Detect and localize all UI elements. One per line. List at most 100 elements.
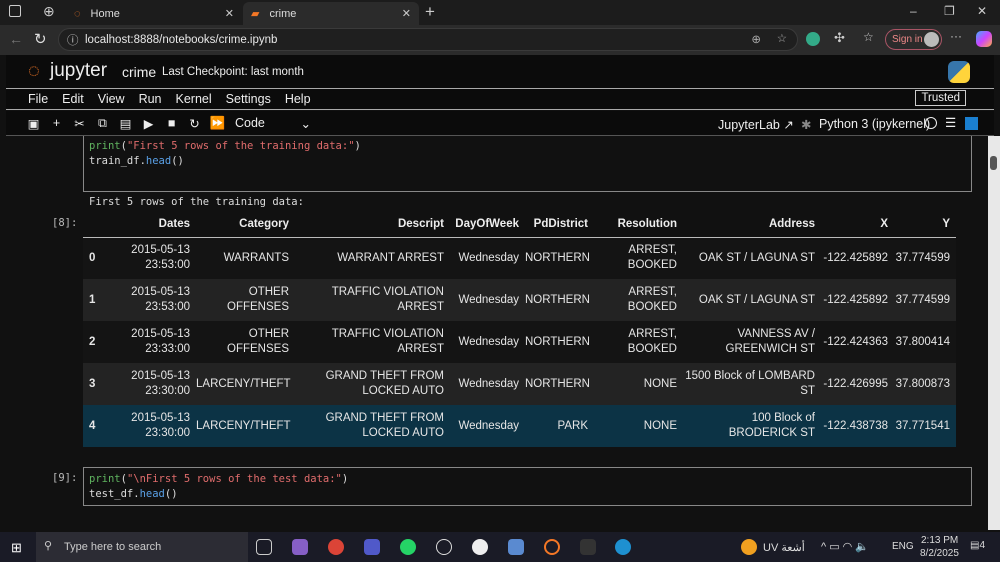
code-cell-9[interactable]: print("\nFirst 5 rows of the test data:"… (83, 467, 972, 506)
close-window-button[interactable]: ✕ (977, 4, 987, 18)
property-inspector-icon[interactable] (965, 117, 978, 130)
taskbar-search-input[interactable]: ⚲ Type here to search (36, 532, 248, 562)
table-cell: OAK ST / LAGUNA ST (683, 237, 821, 279)
favorite-icon[interactable]: ☆ (777, 31, 787, 45)
chevron-down-icon: ⌄ (300, 116, 311, 131)
menu-file[interactable]: File (28, 92, 48, 106)
column-header: PdDistrict (525, 212, 594, 238)
url-input[interactable]: ⓘ localhost:8888/notebooks/crime.ipynb ⊕… (58, 28, 798, 51)
stdout-text: First 5 rows of the training data: (89, 196, 304, 208)
notification-center[interactable]: ▤4 (970, 540, 985, 551)
code-string: "First 5 rows of the training data:" (126, 140, 355, 152)
list-icon[interactable]: ☰ (945, 115, 956, 130)
extensions-icon[interactable]: ✣ (834, 30, 845, 46)
table-row: 1 2015-05-13 23:53:00 OTHER OFFENSES TRAFFI… (83, 279, 956, 321)
clock-time[interactable]: 2:13 PM (921, 535, 958, 546)
table-cell: PARK (525, 405, 594, 447)
menu-settings[interactable]: Settings (226, 92, 271, 106)
info-icon: ⓘ (67, 35, 79, 47)
notebook-scrollbar[interactable] (988, 136, 1000, 530)
table-cell: -122.425892 (821, 279, 894, 321)
kernel-name[interactable]: Python 3 (ipykernel) (819, 117, 930, 131)
maximize-button[interactable]: ❐ (944, 4, 955, 18)
search-placeholder: Type here to search (64, 541, 162, 553)
code-fn: print (89, 140, 121, 152)
favorites-icon[interactable]: ☆ (863, 30, 874, 44)
back-button[interactable]: ← (9, 31, 23, 47)
tray-icons[interactable]: ^ ▭ ◠ 🔈 (821, 540, 869, 553)
menu-view[interactable]: View (98, 92, 125, 106)
cell-type-value: Code (235, 115, 265, 130)
paste-icon[interactable]: ▤ (114, 116, 137, 131)
jupyter-header: ◌ jupyter crime Last Checkpoint: last mo… (6, 55, 994, 89)
row-index: 2 (83, 321, 120, 363)
url-text: localhost:8888/notebooks/crime.ipynb (85, 33, 278, 46)
edge-icon[interactable] (615, 539, 631, 555)
scrollbar-thumb[interactable] (990, 156, 997, 170)
notebook-name[interactable]: crime (122, 64, 156, 80)
table-row: 3 2015-05-13 23:30:00 LARCENY/THEFT GRAND T… (83, 363, 956, 405)
obs-icon[interactable] (436, 539, 452, 555)
language-indicator[interactable]: ENG (892, 541, 914, 552)
whatsapp-icon[interactable] (400, 539, 416, 555)
add-cell-icon[interactable]: + (45, 116, 68, 130)
row-index: 4 (83, 405, 120, 447)
trusted-indicator[interactable]: Trusted (915, 90, 966, 106)
tab-crime[interactable]: ▰ crime ✕ (243, 2, 419, 25)
windows-start-icon[interactable]: ⊞ (11, 540, 22, 556)
tab-home[interactable]: ◌ Home ✕ (66, 2, 242, 25)
reload-button[interactable]: ↻ (34, 30, 47, 48)
clock-date[interactable]: 8/2/2025 (920, 548, 959, 559)
cell-type-select[interactable]: Code ⌄ (235, 116, 311, 131)
new-tab-button[interactable]: + (425, 2, 435, 22)
code-cell-8[interactable]: print("First 5 rows of the training data… (83, 136, 972, 192)
jupyter-taskbar-icon[interactable] (544, 539, 560, 555)
input-prompt: [9]: (52, 472, 78, 484)
minimize-button[interactable]: – (910, 4, 917, 18)
cut-icon[interactable]: ✂ (68, 116, 91, 131)
menu-edit[interactable]: Edit (62, 92, 84, 106)
close-tab-icon[interactable]: ✕ (402, 7, 411, 20)
jupyter-logo-text[interactable]: jupyter (50, 60, 107, 82)
remote-desktop-icon[interactable] (508, 539, 524, 555)
task-view-icon[interactable] (256, 539, 272, 555)
docker-icon[interactable] (580, 539, 596, 555)
copy-icon[interactable]: ⧉ (91, 116, 114, 131)
tab-actions-icon[interactable] (9, 5, 21, 17)
column-header: Dates (120, 212, 196, 238)
column-header: DayOfWeek (450, 212, 525, 238)
zoom-icon[interactable]: ⊕ (751, 32, 761, 46)
globe-icon[interactable]: ⊕ (43, 3, 55, 20)
debugger-icon[interactable]: ✱ (801, 117, 811, 132)
weather-text[interactable]: UV أشعة (763, 541, 805, 554)
table-cell: LARCENY/THEFT (196, 405, 295, 447)
extension-icon[interactable] (806, 32, 820, 46)
chrome-icon[interactable] (328, 539, 344, 555)
menu-help[interactable]: Help (285, 92, 311, 106)
run-icon[interactable]: ▶ (137, 116, 160, 131)
menu-kernel[interactable]: Kernel (176, 92, 212, 106)
code-object: test_df. (89, 488, 140, 500)
column-header: Y (894, 212, 956, 238)
copilot-icon[interactable] (976, 31, 992, 47)
save-icon[interactable]: ▣ (22, 116, 45, 131)
close-tab-icon[interactable]: ✕ (225, 7, 234, 20)
notification-count: 4 (979, 540, 986, 551)
more-icon[interactable]: ··· (950, 29, 962, 43)
restart-icon[interactable]: ↻ (183, 116, 206, 131)
column-header (83, 212, 120, 238)
windows-taskbar: ⊞ ⚲ Type here to search UV أشعة ^ ▭ ◠ 🔈 … (0, 532, 1000, 562)
run-all-icon[interactable]: ⏩ (206, 116, 229, 131)
github-icon[interactable] (472, 539, 488, 555)
menu-run[interactable]: Run (139, 92, 162, 106)
teams-icon[interactable] (364, 539, 380, 555)
weather-icon[interactable] (741, 539, 757, 555)
jupyterlab-link[interactable]: JupyterLab ↗ (718, 117, 794, 132)
table-row: 0 2015-05-13 23:53:00 WARRANTS WARRANT ARRE… (83, 237, 956, 279)
sign-in-button[interactable]: Sign in (885, 29, 942, 50)
table-cell: VANNESS AV / GREENWICH ST (683, 321, 821, 363)
stop-icon[interactable]: ■ (160, 116, 183, 130)
visual-studio-icon[interactable] (292, 539, 308, 555)
code-method: head (145, 155, 172, 167)
table-cell: -122.425892 (821, 237, 894, 279)
